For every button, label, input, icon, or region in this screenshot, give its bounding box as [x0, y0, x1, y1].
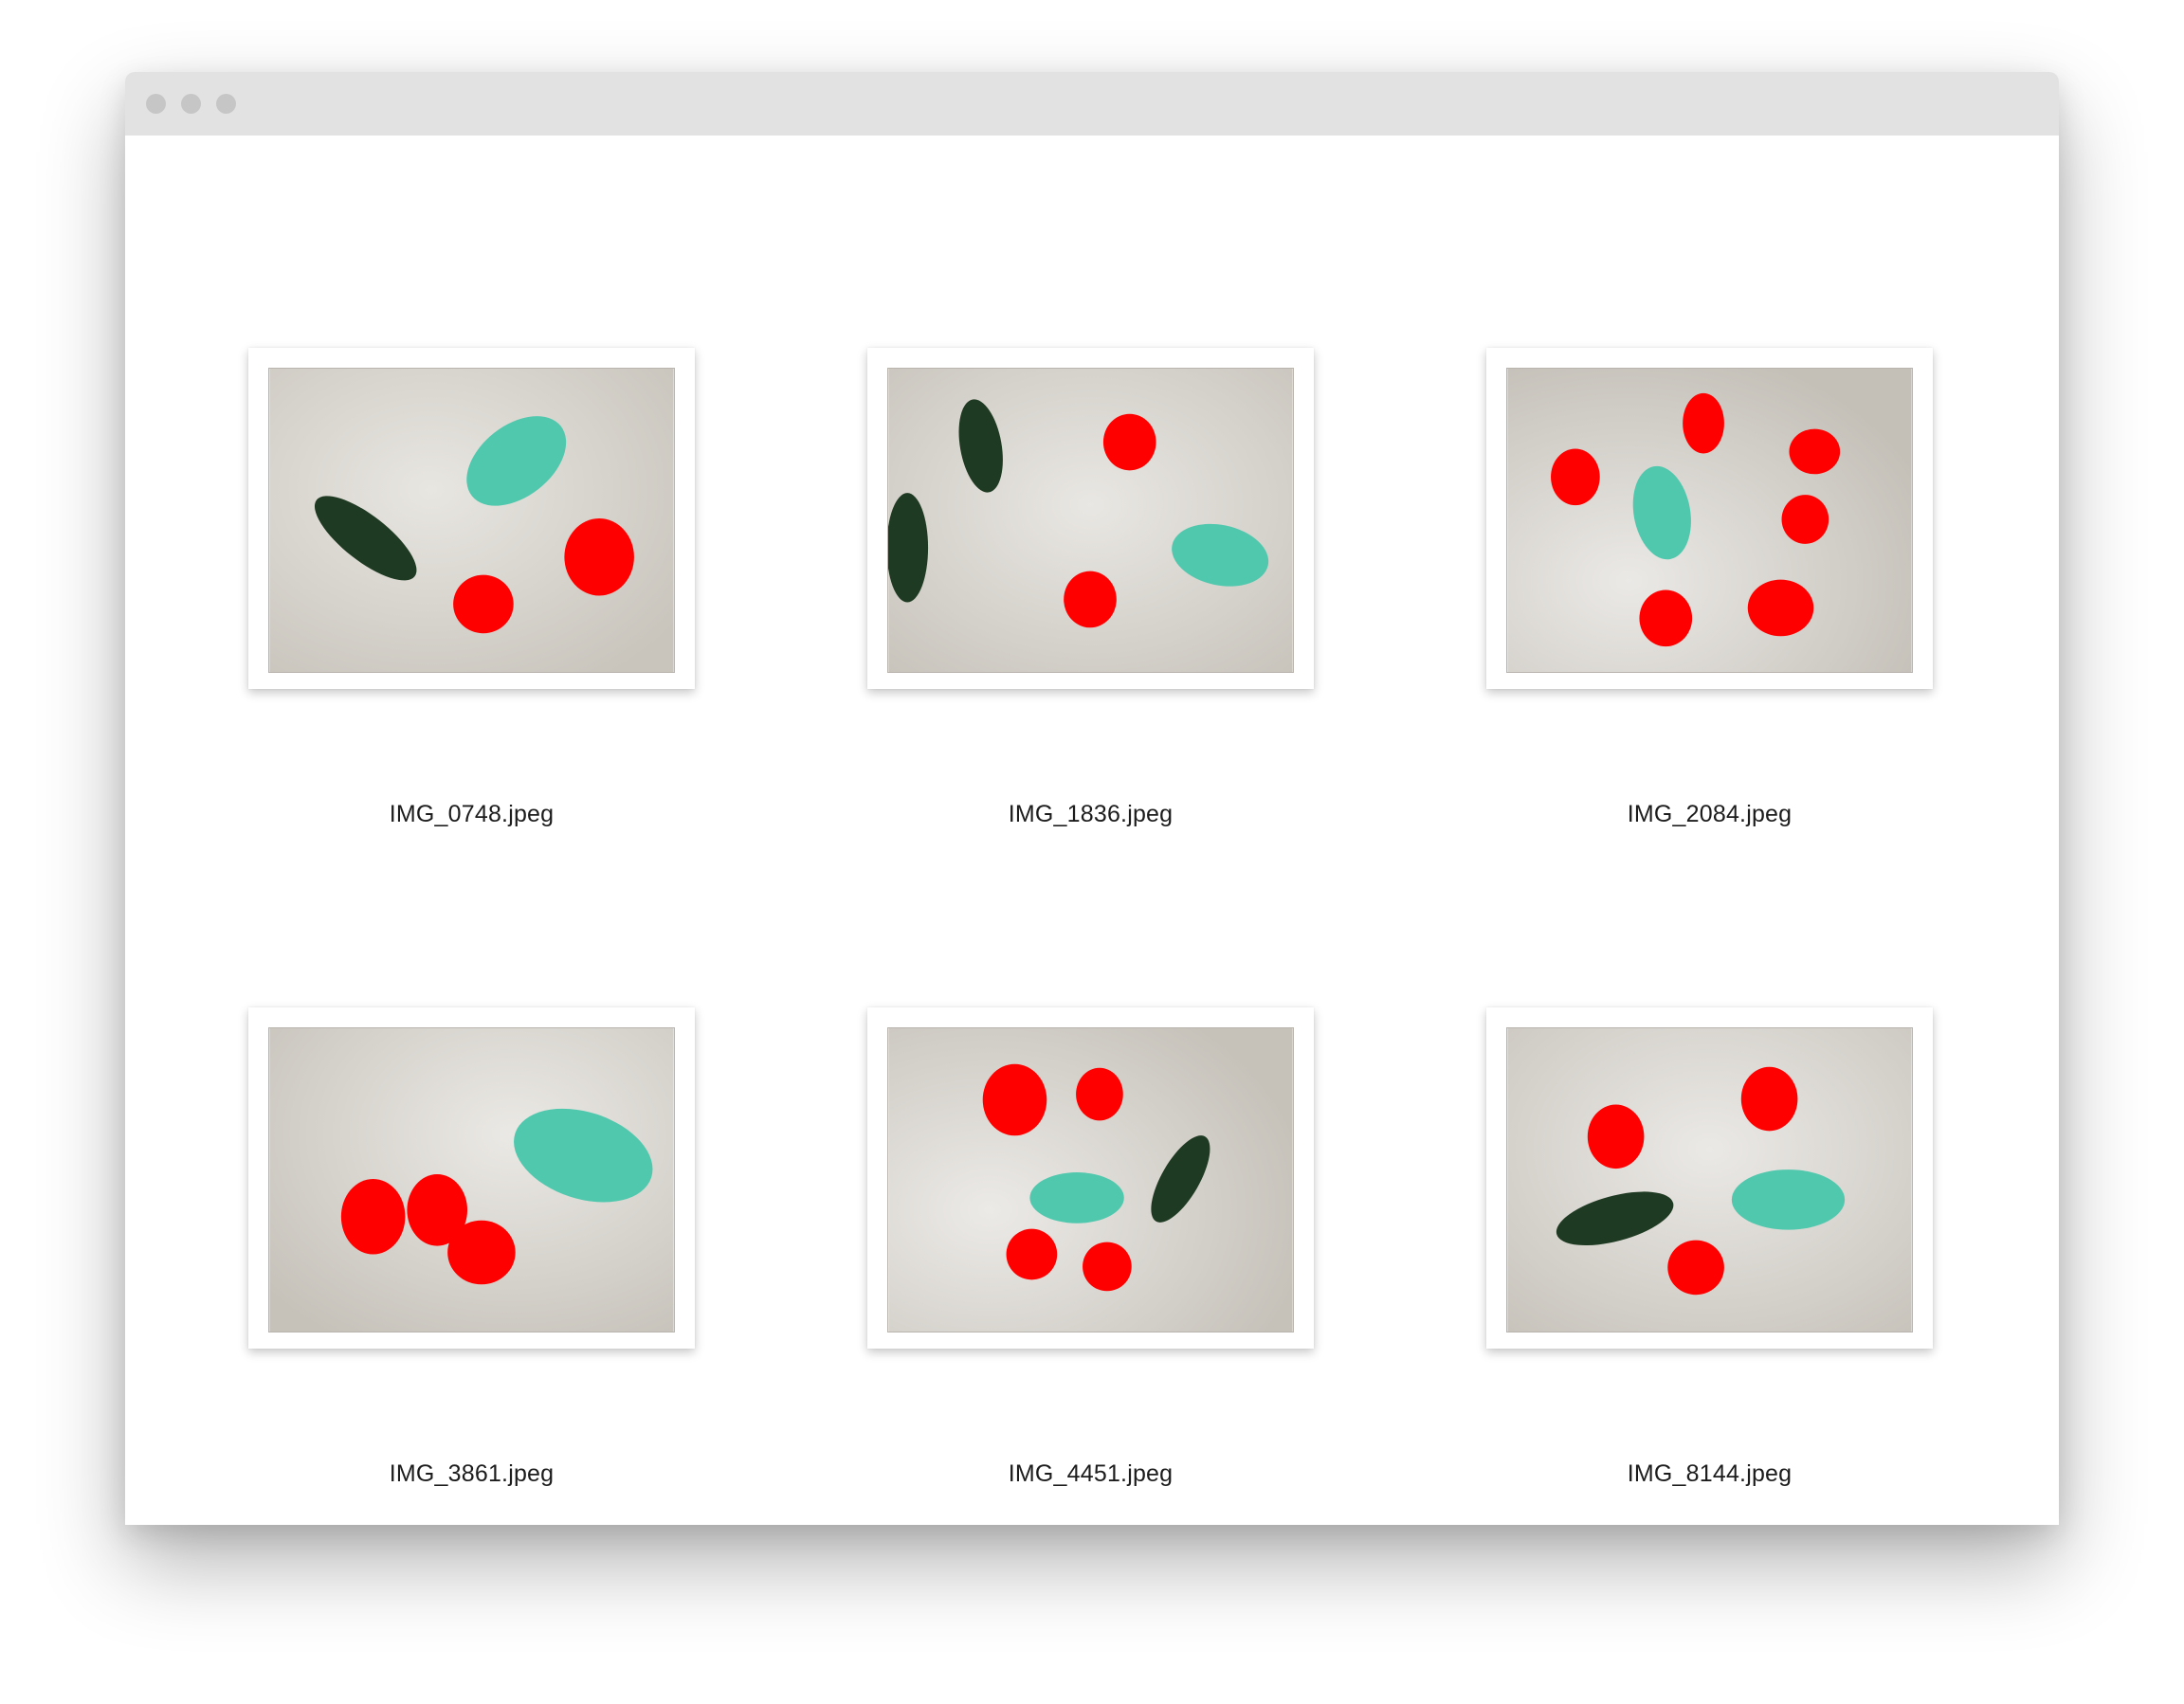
file-name-label[interactable]: IMG_2084.jpeg: [1448, 801, 1971, 828]
thumbnail-frame[interactable]: [867, 348, 1314, 689]
thumbnail-frame[interactable]: [248, 348, 695, 689]
tomato-mask-shape: [453, 574, 514, 634]
tomato-mask-shape: [1683, 392, 1724, 454]
tomato-mask-shape: [982, 1063, 1047, 1136]
thumbnail-grid: IMG_0748.jpeg IMG_1836.jpeg IMG_2084.jpe…: [125, 136, 2059, 1525]
tomato-mask-shape: [1747, 579, 1814, 637]
tomato-mask-shape: [340, 1179, 406, 1255]
file-name-label[interactable]: IMG_4451.jpeg: [829, 1460, 1352, 1488]
thumbnail-frame[interactable]: [248, 1007, 695, 1349]
app-window: IMG_0748.jpeg IMG_1836.jpeg IMG_2084.jpe…: [125, 72, 2059, 1525]
thumbnail-image[interactable]: [887, 368, 1294, 673]
file-name-label[interactable]: IMG_3861.jpeg: [210, 1460, 733, 1488]
tomato-mask-shape: [1102, 413, 1156, 471]
tomato-mask-shape: [564, 518, 634, 596]
zoom-window-button[interactable]: [216, 94, 236, 114]
thumbnail-frame[interactable]: [1486, 1007, 1933, 1349]
tomato-mask-shape: [447, 1220, 516, 1285]
tomato-mask-shape: [1639, 589, 1693, 647]
tomato-mask-shape: [1789, 428, 1841, 475]
thumbnail-image[interactable]: [268, 1027, 675, 1332]
lemon-mask-shape: [1731, 1169, 1846, 1230]
tomato-mask-shape: [1006, 1228, 1058, 1280]
file-name-label[interactable]: IMG_8144.jpeg: [1448, 1460, 1971, 1488]
tomato-mask-shape: [1740, 1066, 1798, 1132]
thumbnail-image[interactable]: [1506, 368, 1913, 673]
minimize-window-button[interactable]: [181, 94, 201, 114]
title-bar: [125, 72, 2059, 136]
tomato-mask-shape: [1064, 571, 1117, 628]
tomato-mask-shape: [1083, 1242, 1132, 1292]
file-name-label[interactable]: IMG_0748.jpeg: [210, 801, 733, 828]
thumbnail-image[interactable]: [1506, 1027, 1913, 1332]
thumbnail-image[interactable]: [887, 1027, 1294, 1332]
cucumber-shape: [888, 493, 929, 603]
file-name-label[interactable]: IMG_1836.jpeg: [829, 801, 1352, 828]
tomato-mask-shape: [1781, 495, 1829, 544]
thumbnail-frame[interactable]: [867, 1007, 1314, 1349]
thumbnail-image[interactable]: [268, 368, 675, 673]
close-window-button[interactable]: [146, 94, 166, 114]
tomato-mask-shape: [1667, 1240, 1724, 1296]
tomato-mask-shape: [1076, 1067, 1123, 1121]
thumbnail-frame[interactable]: [1486, 348, 1933, 689]
tomato-mask-shape: [1551, 448, 1600, 506]
lemon-mask-shape: [1029, 1172, 1124, 1224]
tomato-mask-shape: [1587, 1104, 1645, 1169]
